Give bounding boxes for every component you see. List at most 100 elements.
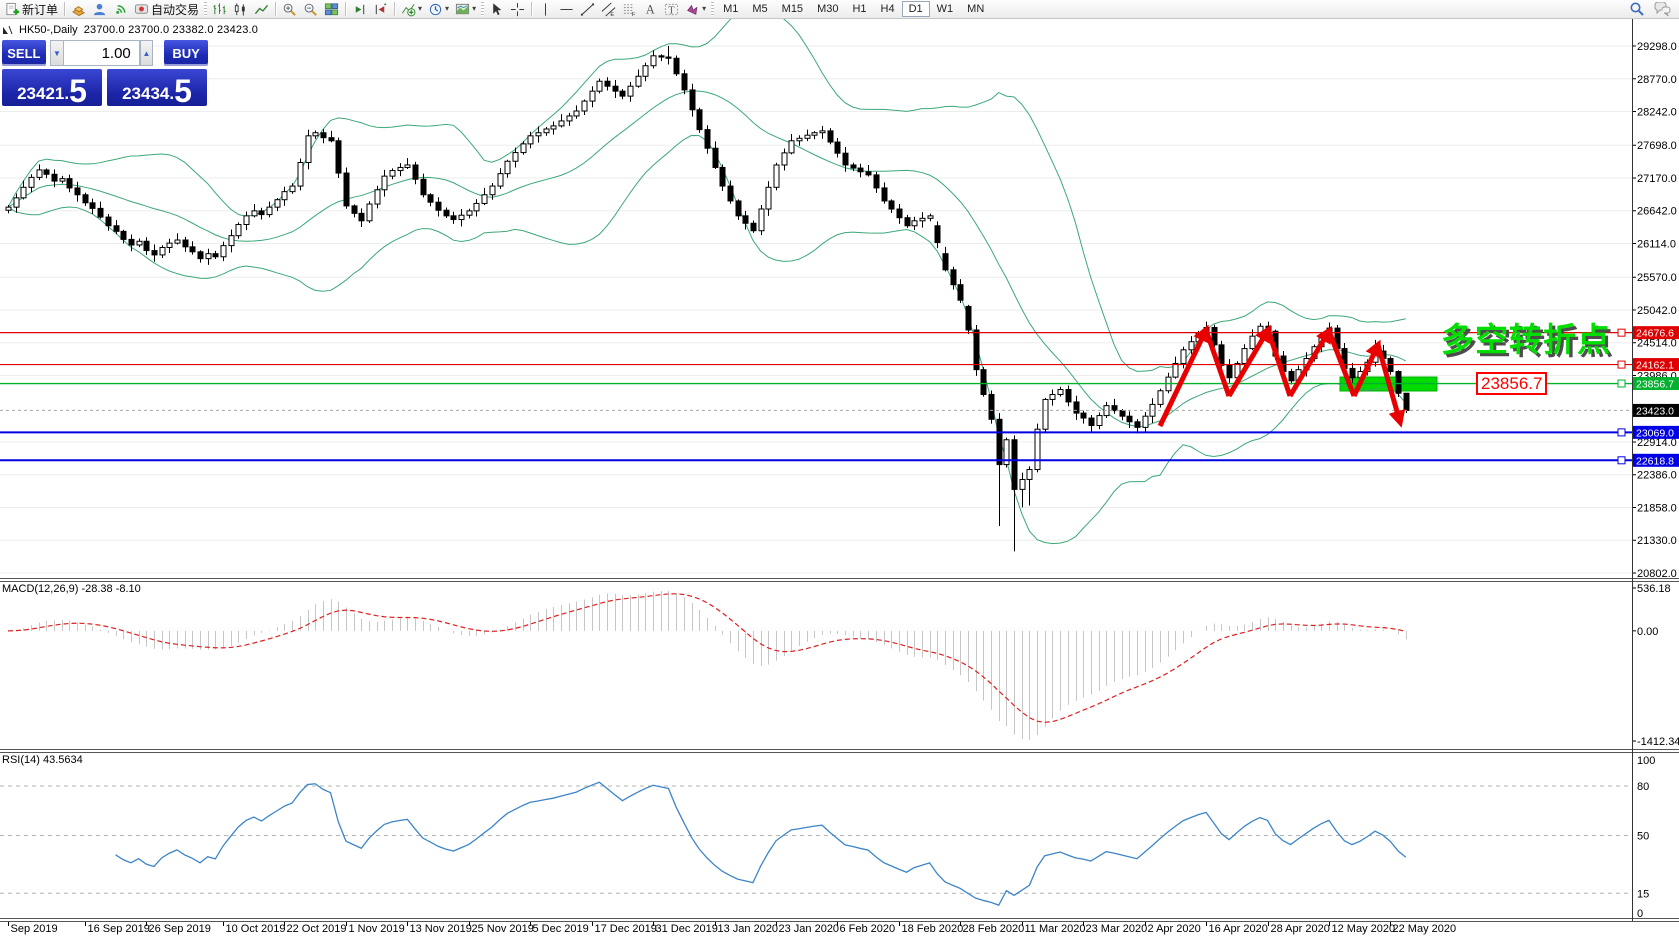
timeframe-group: M1M5M15M30H1H4D1W1MN xyxy=(716,1,991,17)
svg-text:23069.0: 23069.0 xyxy=(1636,427,1674,439)
svg-text:17 Dec 2019: 17 Dec 2019 xyxy=(595,923,657,935)
cursor-button[interactable] xyxy=(486,1,507,18)
zoom-in-button[interactable] xyxy=(279,1,300,18)
svg-text:25 Nov 2019: 25 Nov 2019 xyxy=(472,923,534,935)
timeframe-m1[interactable]: M1 xyxy=(716,1,745,17)
svg-text:-1412.34: -1412.34 xyxy=(1637,736,1679,748)
svg-text:26642.0: 26642.0 xyxy=(1637,206,1677,218)
trendline-button[interactable] xyxy=(577,1,598,18)
price-tag-label[interactable]: 23856.7 xyxy=(1476,372,1547,395)
new-order-button[interactable]: 新订单 xyxy=(2,1,61,18)
templates-button[interactable]: ▾ xyxy=(452,1,479,18)
timeframe-w1[interactable]: W1 xyxy=(930,1,961,17)
svg-text:5 Dec 2019: 5 Dec 2019 xyxy=(533,923,589,935)
svg-text:24676.6: 24676.6 xyxy=(1636,328,1674,340)
pane-separators[interactable] xyxy=(0,579,1679,922)
line-chart-button[interactable] xyxy=(251,1,272,18)
zoom-in-icon xyxy=(282,2,297,17)
svg-text:A: A xyxy=(646,2,655,16)
timeframe-m15[interactable]: M15 xyxy=(775,1,810,17)
search-icon[interactable] xyxy=(1629,1,1645,17)
svg-text:E: E xyxy=(610,12,614,17)
hline-handle[interactable] xyxy=(1618,429,1625,436)
clock-icon xyxy=(428,2,443,17)
separator xyxy=(345,2,346,16)
periods-button[interactable]: ▾ xyxy=(425,1,452,18)
zoom-out-icon xyxy=(303,2,318,17)
crosshair-icon xyxy=(510,2,525,17)
svg-text:50: 50 xyxy=(1637,831,1649,843)
auto-scroll-icon xyxy=(352,2,367,17)
tile-windows-button[interactable] xyxy=(321,1,342,18)
text-button[interactable]: A xyxy=(640,1,661,18)
svg-text:29298.0: 29298.0 xyxy=(1637,41,1677,53)
candlestick-chart-button[interactable] xyxy=(230,1,251,18)
macd-pane: 536.180.00-1412.34 xyxy=(8,583,1679,748)
autotrading-button[interactable]: 自动交易 xyxy=(131,1,202,18)
chart-shift-button[interactable] xyxy=(370,1,391,18)
autotrading-icon xyxy=(134,2,149,17)
rsi-pane: 8050151000 xyxy=(0,755,1655,920)
buy-price-button[interactable]: 23434.5 xyxy=(107,69,207,106)
svg-text:10 Oct 2019: 10 Oct 2019 xyxy=(226,923,286,935)
price-gridlines: 29298.028770.028242.027698.027170.026642… xyxy=(0,41,1677,580)
horizontal-line-icon xyxy=(559,2,574,17)
timeframe-d1[interactable]: D1 xyxy=(902,1,930,17)
volume-decrease-button[interactable]: ▼ xyxy=(50,40,63,66)
zoom-out-button[interactable] xyxy=(300,1,321,18)
svg-text:21330.0: 21330.0 xyxy=(1637,535,1677,547)
community-icon xyxy=(92,2,107,17)
svg-text:T: T xyxy=(668,5,675,16)
volume-increase-button[interactable]: ▲ xyxy=(140,40,153,66)
chat-icon[interactable] xyxy=(1653,2,1671,17)
timeframe-h4[interactable]: H4 xyxy=(874,1,902,17)
text-icon: A xyxy=(643,2,658,17)
timeframe-m5[interactable]: M5 xyxy=(745,1,774,17)
timeframe-h1[interactable]: H1 xyxy=(845,1,873,17)
signals-button[interactable] xyxy=(110,1,131,18)
timeframe-m30[interactable]: M30 xyxy=(810,1,845,17)
auto-scroll-button[interactable] xyxy=(349,1,370,18)
horizontal-line-button[interactable] xyxy=(556,1,577,18)
bar-chart-button[interactable] xyxy=(209,1,230,18)
sell-price-pips: 5 xyxy=(69,78,87,104)
hline-handle[interactable] xyxy=(1618,329,1625,336)
svg-text:23 Jan 2020: 23 Jan 2020 xyxy=(779,923,840,935)
indicators-icon xyxy=(401,2,416,17)
toolbar-right-group xyxy=(1629,1,1671,17)
svg-text:28 Apr 2020: 28 Apr 2020 xyxy=(1271,923,1330,935)
timeframe-mn[interactable]: MN xyxy=(960,1,991,17)
new-order-label: 新订单 xyxy=(22,1,58,18)
tile-windows-icon xyxy=(324,2,339,17)
text-label-button[interactable]: T xyxy=(661,1,682,18)
community-button[interactable] xyxy=(89,1,110,18)
market-button[interactable] xyxy=(68,1,89,18)
gold-icon xyxy=(71,2,86,17)
svg-text:6 Feb 2020: 6 Feb 2020 xyxy=(840,923,896,935)
fibonacci-button[interactable]: F xyxy=(619,1,640,18)
turning-point-annotation[interactable]: 多空转折点 xyxy=(1441,313,1611,361)
toolbar-grip xyxy=(204,2,207,16)
hline-handle[interactable] xyxy=(1618,380,1625,387)
arrows-button[interactable]: ▾ xyxy=(682,1,709,18)
vertical-line-button[interactable] xyxy=(535,1,556,18)
channel-button[interactable]: E xyxy=(598,1,619,18)
main-toolbar: 新订单 自动交易 ▾ ▾ xyxy=(0,0,1679,19)
svg-text:22 Oct 2019: 22 Oct 2019 xyxy=(287,923,347,935)
hline-handle[interactable] xyxy=(1618,361,1625,368)
text-label-icon: T xyxy=(664,2,679,17)
hline-handle[interactable] xyxy=(1618,457,1625,464)
sell-button[interactable]: SELL xyxy=(2,40,46,66)
new-order-icon xyxy=(5,2,20,17)
buy-button[interactable]: BUY xyxy=(164,40,208,66)
line-chart-icon xyxy=(254,2,269,17)
crosshair-button[interactable] xyxy=(507,1,528,18)
one-click-trading-panel: SELL ▼ 1.00 ▲ BUY 23421.5 23434.5 xyxy=(2,40,208,106)
indicators-button[interactable]: ▾ xyxy=(398,1,425,18)
sell-price-main: 23421 xyxy=(17,85,64,104)
price-chart: 29298.028770.028242.027698.027170.026642… xyxy=(0,0,1679,942)
mt4-terminal: { "toolbar": { "new_order_label": "新订单",… xyxy=(0,0,1679,942)
svg-text:Sep 2019: Sep 2019 xyxy=(11,923,58,935)
sell-price-button[interactable]: 23421.5 xyxy=(2,69,102,106)
volume-input[interactable]: 1.00 xyxy=(63,40,140,66)
